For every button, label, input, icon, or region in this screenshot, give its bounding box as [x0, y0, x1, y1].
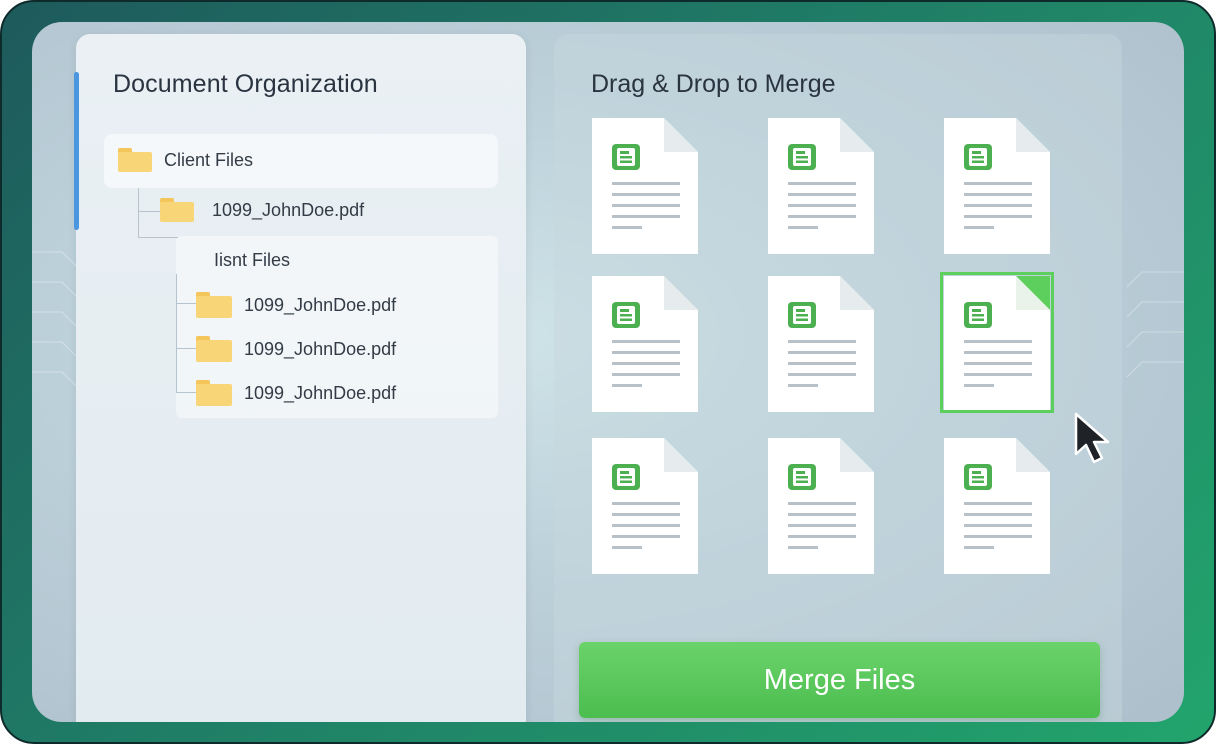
tree-connector [138, 188, 160, 212]
tree-item-child-file[interactable]: 1099_JohnDoe.pdf [160, 198, 364, 222]
document-icon [612, 144, 640, 170]
document-card[interactable] [592, 276, 698, 412]
document-card[interactable] [768, 276, 874, 412]
folder-icon [118, 148, 152, 172]
mouse-pointer-icon [1074, 412, 1110, 464]
document-organization-panel: Document Organization Client Files 1099_… [74, 34, 526, 722]
document-card[interactable] [944, 118, 1050, 254]
tree-item-label: 1099_JohnDoe.pdf [244, 294, 397, 315]
tree-connector [176, 304, 196, 349]
folder-icon [196, 292, 232, 318]
document-icon [964, 302, 992, 328]
tree-item-file[interactable]: 1099_JohnDoe.pdf [196, 380, 396, 406]
tree-item-file[interactable]: 1099_JohnDoe.pdf [196, 336, 396, 362]
document-card[interactable] [768, 438, 874, 574]
tree-item-sub-group[interactable]: Iisnt Files [214, 250, 290, 271]
document-card[interactable] [768, 118, 874, 254]
merge-panel-title: Drag & Drop to Merge [591, 70, 836, 98]
merge-panel: Drag & Drop to Merge Merge Files [554, 34, 1122, 722]
tree-item-label: 1099_JohnDoe.pdf [212, 199, 365, 220]
tree-item-label: Iisnt Files [214, 250, 291, 270]
active-accent-bar [74, 72, 79, 230]
tree-row-root[interactable]: Client Files [118, 148, 253, 172]
document-card[interactable] [592, 118, 698, 254]
tree-connector [138, 212, 178, 238]
folder-icon [196, 336, 232, 362]
app-screen: Document Organization Client Files 1099_… [32, 22, 1184, 722]
document-icon [964, 144, 992, 170]
tree-item-label: 1099_JohnDoe.pdf [244, 338, 397, 359]
panel-title: Document Organization [113, 70, 378, 98]
document-icon [612, 464, 640, 490]
document-icon [788, 302, 816, 328]
document-card[interactable] [944, 438, 1050, 574]
document-icon [788, 144, 816, 170]
document-icon [612, 302, 640, 328]
tree-connector [176, 349, 196, 393]
folder-icon [196, 380, 232, 406]
tree-item-label: Client Files [164, 149, 254, 170]
document-icon [788, 464, 816, 490]
merge-files-button[interactable]: Merge Files [579, 642, 1100, 718]
tree-item-label: 1099_JohnDoe.pdf [244, 382, 397, 403]
tree-connector [176, 274, 196, 304]
document-card[interactable] [940, 272, 1054, 414]
tree-item-file[interactable]: 1099_JohnDoe.pdf [196, 292, 396, 318]
document-icon [964, 464, 992, 490]
document-card[interactable] [592, 438, 698, 574]
